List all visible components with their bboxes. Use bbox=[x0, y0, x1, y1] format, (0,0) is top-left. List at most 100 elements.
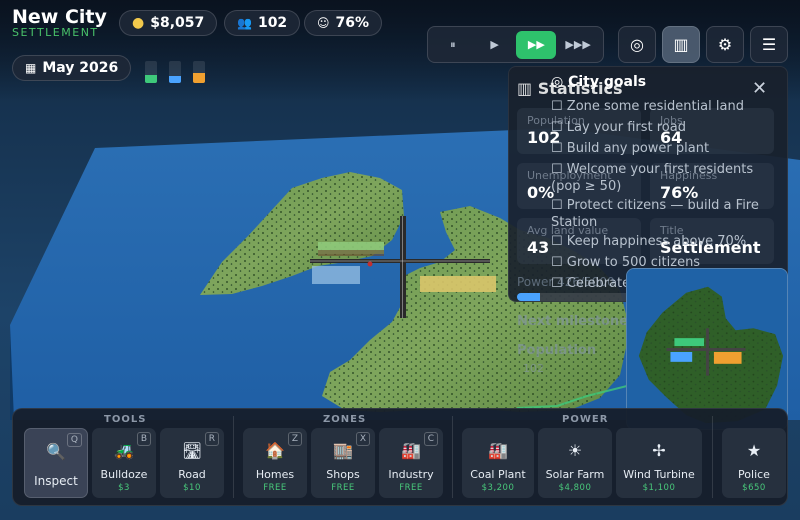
speed-controls: ⏸ ▶ ▶▶ ▶▶▶ bbox=[427, 26, 604, 63]
goal-item: ☐ Build any power plant bbox=[551, 141, 710, 156]
target-icon: ◎ bbox=[551, 74, 564, 90]
hotkey-badge: R bbox=[204, 432, 219, 446]
magnifier-icon: 🔍 bbox=[46, 441, 66, 461]
play-button[interactable]: ▶ bbox=[475, 31, 515, 59]
tool-price: $3,200 bbox=[481, 483, 515, 493]
tool-price: $3 bbox=[118, 483, 130, 493]
checkbox-icon: ☐ bbox=[551, 141, 567, 156]
hotkey-badge: C bbox=[423, 432, 438, 446]
money-display: ● $8,057 bbox=[119, 10, 218, 36]
date-display: ▦ May 2026 bbox=[12, 55, 132, 81]
population-display: 👥 102 bbox=[224, 10, 301, 36]
checkbox-icon: ☐ bbox=[551, 162, 567, 177]
tool-label: Inspect bbox=[34, 474, 78, 488]
fast-button[interactable]: ▶▶ bbox=[516, 30, 557, 59]
coal-plant-tool-button[interactable]: 🏭 Coal Plant $3,200 bbox=[462, 428, 534, 498]
hotkey-badge: Z bbox=[287, 432, 302, 446]
toolbar-divider bbox=[233, 416, 234, 498]
bulldozer-icon: 🚜 bbox=[114, 440, 134, 460]
industrial-demand-bar bbox=[193, 61, 205, 83]
population-chart-value: 102 bbox=[523, 362, 544, 375]
coin-icon: ● bbox=[132, 15, 145, 31]
solar-farm-tool-button[interactable]: ☀ Solar Farm $4,800 bbox=[538, 428, 612, 498]
tool-price: $10 bbox=[183, 483, 201, 493]
goals-title: ◎ City goals bbox=[551, 74, 647, 90]
population-chart-title: Population bbox=[517, 343, 597, 358]
goal-item: ☐ Zone some residential land bbox=[551, 99, 744, 114]
toolbar-divider bbox=[712, 416, 713, 498]
toolbar-group-label: TOOLS bbox=[104, 414, 147, 425]
homes-tool-button[interactable]: 🏠 Homes FREE Z bbox=[243, 428, 307, 498]
factory-icon: 🏭 bbox=[401, 440, 421, 460]
tool-price: $650 bbox=[742, 483, 766, 493]
toolbar-group-label: ZONES bbox=[323, 414, 367, 425]
tool-label: Coal Plant bbox=[470, 468, 526, 481]
road-icon: 🛣 bbox=[181, 440, 203, 460]
shops-tool-button[interactable]: 🏬 Shops FREE X bbox=[311, 428, 375, 498]
hotkey-badge: Q bbox=[66, 433, 82, 447]
tool-label: Homes bbox=[255, 468, 295, 481]
toolbar-group-label: POWER bbox=[562, 414, 609, 425]
checkbox-icon: ☐ bbox=[551, 120, 567, 135]
menu-icon: ☰ bbox=[761, 35, 777, 54]
chart-icon: ▥ bbox=[673, 35, 689, 54]
house-icon: 🏠 bbox=[265, 440, 285, 460]
goal-item: ☐ Lay your first road bbox=[551, 120, 686, 135]
tool-label: Shops bbox=[326, 468, 360, 481]
road-tool-button[interactable]: 🛣 Road $10 R bbox=[160, 428, 224, 498]
goal-item: ☐ Protect citizens — build a Fire Statio… bbox=[551, 198, 759, 230]
residential-demand-bar bbox=[145, 61, 157, 83]
tool-price: $4,800 bbox=[558, 483, 592, 493]
checkbox-icon: ☐ bbox=[551, 276, 567, 291]
chart-icon: ▥ bbox=[517, 79, 533, 98]
tool-label: Bulldoze bbox=[100, 468, 148, 481]
target-icon: ◎ bbox=[630, 35, 644, 54]
commercial-zone bbox=[312, 266, 360, 284]
checkbox-icon: ☐ bbox=[551, 99, 567, 114]
checkbox-icon: ☐ bbox=[551, 198, 567, 213]
menu-button[interactable]: ☰ bbox=[750, 26, 788, 63]
wind-turbine-icon: ✢ bbox=[652, 440, 666, 460]
game-viewport: New City SETTLEMENT ● $8,057 👥 102 ☺ 76%… bbox=[0, 0, 800, 520]
toolbar-divider bbox=[452, 416, 453, 498]
checkbox-icon: ☐ bbox=[551, 255, 567, 270]
industry-tool-button[interactable]: 🏭 Industry FREE C bbox=[379, 428, 443, 498]
checkbox-icon: ☐ bbox=[551, 234, 567, 249]
goals-button[interactable]: ◎ bbox=[618, 26, 656, 63]
coal-plant-icon: 🏭 bbox=[488, 440, 508, 460]
police-tool-button[interactable]: ★ Police $650 bbox=[722, 428, 786, 498]
city-tier: SETTLEMENT bbox=[12, 26, 99, 39]
calendar-icon: ▦ bbox=[25, 61, 37, 75]
solar-panel-icon: ☀ bbox=[567, 440, 583, 460]
city-name: New City bbox=[12, 6, 107, 28]
police-icon: ★ bbox=[746, 440, 762, 460]
pause-button[interactable]: ⏸ bbox=[433, 31, 473, 59]
tool-price: FREE bbox=[399, 483, 423, 493]
smile-icon: ☺ bbox=[317, 16, 330, 30]
minimap[interactable] bbox=[626, 268, 788, 430]
fastest-button[interactable]: ▶▶▶ bbox=[558, 31, 598, 59]
goal-item: ☐ Welcome your first residents (pop ≥ 50… bbox=[551, 162, 754, 194]
wind-turbine-tool-button[interactable]: ✢ Wind Turbine $1,100 bbox=[616, 428, 702, 498]
tool-label: Industry bbox=[388, 468, 434, 481]
inspect-tool-button[interactable]: 🔍 Inspect Q bbox=[24, 428, 88, 498]
tool-label: Police bbox=[738, 468, 770, 481]
bulldoze-tool-button[interactable]: 🚜 Bulldoze $3 B bbox=[92, 428, 156, 498]
hotkey-badge: X bbox=[355, 432, 370, 446]
people-icon: 👥 bbox=[237, 16, 252, 30]
tool-price: FREE bbox=[263, 483, 287, 493]
tool-price: FREE bbox=[331, 483, 355, 493]
happiness-display: ☺ 76% bbox=[304, 10, 383, 36]
goal-item: ☐ Keep happiness above 70% bbox=[551, 234, 747, 249]
shop-icon: 🏬 bbox=[333, 440, 353, 460]
industrial-zone bbox=[420, 276, 496, 292]
population-sparkline bbox=[517, 385, 627, 409]
settings-button[interactable]: ⚙ bbox=[706, 26, 744, 63]
gear-icon: ⚙ bbox=[717, 35, 733, 54]
stats-button[interactable]: ▥ bbox=[662, 26, 700, 63]
tool-price: $1,100 bbox=[642, 483, 676, 493]
hotkey-badge: B bbox=[136, 432, 151, 446]
close-icon[interactable]: ✕ bbox=[752, 78, 767, 99]
tool-label: Solar Farm bbox=[545, 468, 605, 481]
tool-label: Road bbox=[178, 468, 206, 481]
